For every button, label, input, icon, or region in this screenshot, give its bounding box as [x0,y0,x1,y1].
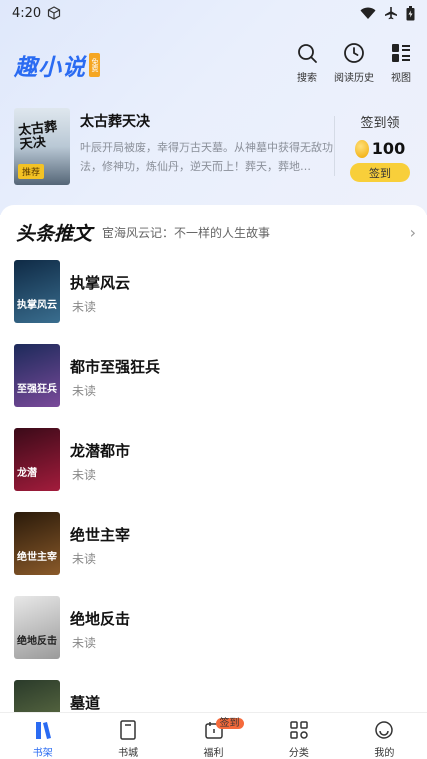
profile-icon [375,721,394,739]
book-title: 绝地反击 [70,610,131,628]
book-list-item[interactable]: 绝地反击 绝地反击 未读 [14,596,414,660]
chevron-right-icon: › [409,222,416,242]
book-cover-text: 绝世主宰 [17,552,57,563]
nav-label: 书城 [118,748,139,759]
book-read-status: 未读 [72,552,97,566]
section-title: 头条推文 [16,222,93,245]
nav-label: 福利 [203,748,224,759]
checkin-badge: 签到 [215,718,244,729]
book-title: 执掌风云 [70,274,131,292]
logo-text: 趣小说 [14,55,86,81]
nav-profile[interactable]: 我的 [342,713,427,759]
checkin-panel: 签到领 100 签到 [348,112,412,182]
featured-cover-text: 太古葬天决 [17,119,58,153]
nav-label: 书架 [32,748,53,759]
logo-badge: 免费 [89,53,100,77]
book-title: 都市至强狂兵 [70,358,161,376]
book-cover-text: 执掌风云 [17,300,57,311]
cube-icon [48,6,61,20]
featured-description: 叶辰开局被废，幸得万古天墓。从神墓中获得无敌功法，修神功，炼仙丹，逆天而上！葬天… [80,141,333,173]
coin-reward: 100 [354,139,406,158]
category-icon [290,721,308,739]
battery-icon [406,5,415,20]
book-cover[interactable]: 至强狂兵 [14,344,60,407]
book-cover[interactable]: 绝世主宰 [14,512,60,575]
search-icon [298,44,317,63]
nav-bookshelf[interactable]: 书架 [0,713,85,759]
book-read-status: 未读 [72,300,97,314]
app-header: 趣小说 免费 搜索 阅读历史 视图 [0,38,427,88]
headline-section-header[interactable]: 头条推文 宦海风云记：不一样的人生故事 › [16,219,416,245]
nav-welfare[interactable]: 签到 福利 [171,713,256,759]
book-read-status: 未读 [72,384,97,398]
book-cover[interactable]: 执掌风云 [14,260,60,323]
nav-bookstore[interactable]: 书城 [85,713,170,759]
view-button[interactable]: 视图 [376,42,426,84]
book-cover-text: 绝地反击 [17,636,57,647]
grid-view-icon [392,44,410,62]
divider [334,116,335,176]
book-read-status: 未读 [72,636,97,650]
book-cover-text: 龙潜 [17,468,37,479]
coin-amount: 100 [371,139,406,158]
checkin-button[interactable]: 签到 [350,163,410,182]
book-title: 龙潜都市 [70,442,131,460]
book-cover[interactable]: 绝地反击 [14,596,60,659]
wifi-icon [360,7,376,19]
book-list-item[interactable]: 执掌风云 执掌风云 未读 [14,260,414,324]
status-time: 4:20 [12,5,42,21]
bookshelf-icon [35,722,51,739]
status-bar: 4:20 [0,0,427,26]
bottom-nav: 书架 书城 签到 福利 分类 我的 [0,712,427,759]
search-label: 搜索 [297,73,317,84]
book-read-status: 未读 [72,468,97,482]
nav-category[interactable]: 分类 [256,713,341,759]
book-icon [120,720,136,740]
search-button[interactable]: 搜索 [282,42,332,84]
book-title: 绝世主宰 [70,526,131,544]
view-label: 视图 [391,73,411,84]
featured-title: 太古葬天决 [80,114,150,130]
nav-label: 我的 [374,748,395,759]
nav-label: 分类 [288,748,309,759]
book-list-item[interactable]: 绝世主宰 绝世主宰 未读 [14,512,414,576]
recommend-badge: 推荐 [18,164,45,179]
content-panel: 头条推文 宦海风云记：不一样的人生故事 › 执掌风云 执掌风云 未读 至强狂兵 都市至强… [0,205,427,743]
featured-book[interactable]: 太古葬天决 推荐 太古葬天决 叶辰开局被废，幸得万古天墓。从神墓中获得无敌功法，… [14,108,414,188]
reading-history-button[interactable]: 阅读历史 [329,42,379,84]
app-logo: 趣小说 免费 [14,48,100,82]
checkin-title: 签到领 [360,116,400,131]
coin-icon [354,139,369,158]
clock-icon [344,43,364,63]
book-cover[interactable]: 龙潜 [14,428,60,491]
airplane-icon [385,7,397,20]
reading-history-label: 阅读历史 [334,73,374,84]
book-title: 墓道 [70,694,101,712]
book-list-item[interactable]: 至强狂兵 都市至强狂兵未读 [14,344,414,408]
book-cover-text: 至强狂兵 [17,384,57,395]
section-subtitle: 宦海风云记：不一样的人生故事 [102,225,271,240]
book-list-item[interactable]: 龙潜 龙潜都市未读 [14,428,414,492]
featured-cover[interactable]: 太古葬天决 推荐 [14,108,70,185]
